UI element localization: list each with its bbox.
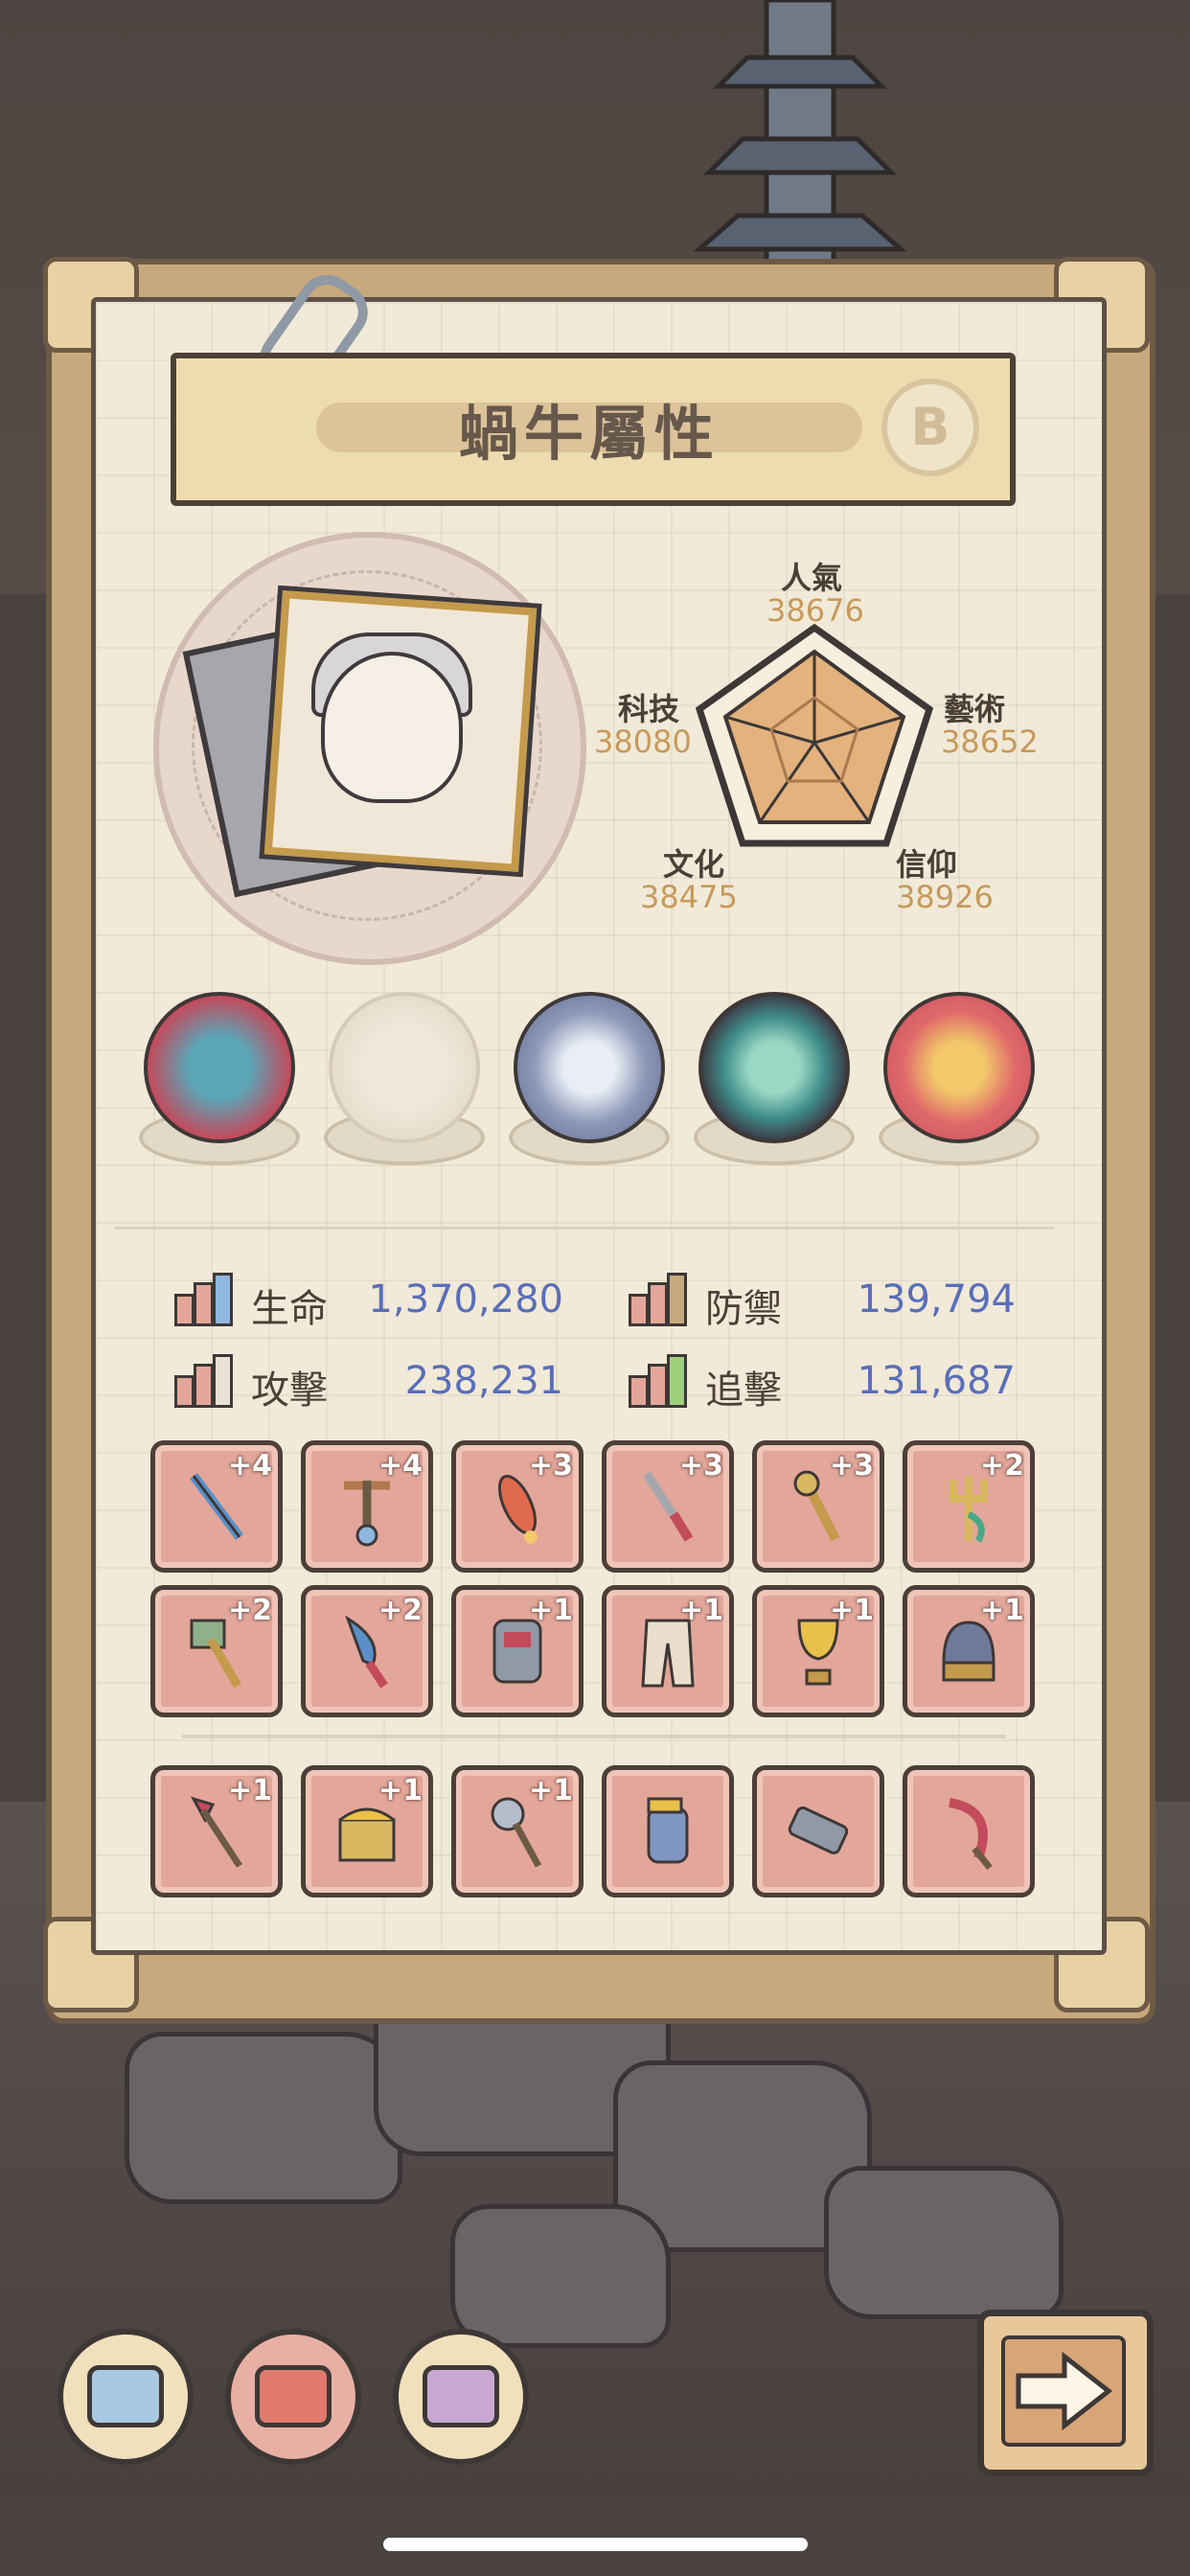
rock bbox=[824, 2166, 1064, 2319]
stat-label-defense: 防禦 bbox=[705, 1287, 782, 1331]
radar-value-tech: 38080 bbox=[594, 724, 692, 760]
equipment-slot-sword[interactable]: +4 bbox=[150, 1440, 283, 1573]
blue-chip-icon bbox=[87, 2365, 164, 2427]
rock bbox=[125, 2032, 402, 2204]
panel-title: 蝸牛屬性 bbox=[458, 399, 720, 469]
stat-value-pursuit: 131,687 bbox=[857, 1359, 1016, 1403]
hp-stat-icon bbox=[174, 1273, 234, 1326]
upgrade-level: +2 bbox=[227, 1594, 272, 1627]
equipment-slot-pants[interactable]: +1 bbox=[602, 1585, 734, 1717]
arrow-right-icon bbox=[1016, 2351, 1113, 2431]
equipment-slot-scythe[interactable] bbox=[903, 1765, 1035, 1898]
next-button[interactable] bbox=[977, 2310, 1154, 2476]
upgrade-level: +1 bbox=[378, 1774, 423, 1807]
rock bbox=[450, 2204, 671, 2348]
upgrade-level: +1 bbox=[678, 1594, 723, 1627]
attribute-radar-chart bbox=[695, 623, 934, 847]
upgrade-level: +4 bbox=[378, 1449, 423, 1483]
cannon-icon bbox=[788, 1806, 849, 1854]
stat-label-hp: 生命 bbox=[251, 1287, 328, 1331]
red-swirl-orb-icon[interactable] bbox=[883, 992, 1035, 1143]
attack-stat-icon bbox=[174, 1354, 234, 1408]
gauntlet-icon bbox=[647, 1797, 689, 1864]
equipment-slot-spear[interactable]: +1 bbox=[150, 1765, 283, 1898]
radar-value-culture: 38475 bbox=[640, 879, 738, 915]
radar-value-art: 38652 bbox=[941, 724, 1039, 760]
tab-button-blue[interactable] bbox=[57, 2329, 194, 2465]
equipment-slot-crossbow[interactable]: +4 bbox=[301, 1440, 433, 1573]
character-face-icon bbox=[321, 652, 463, 803]
upgrade-level: +1 bbox=[829, 1594, 874, 1627]
stat-value-hp: 1,370,280 bbox=[368, 1277, 563, 1322]
equipment-slot-cannon[interactable] bbox=[752, 1765, 884, 1898]
equipment-slot-trident[interactable]: +2 bbox=[903, 1440, 1035, 1573]
upgrade-level: +2 bbox=[979, 1449, 1024, 1483]
spiky-creature-orb-icon[interactable] bbox=[144, 992, 295, 1143]
grade-badge[interactable]: B bbox=[881, 379, 979, 476]
stat-label-pursuit: 追擊 bbox=[705, 1368, 782, 1413]
equipment-slot-staff[interactable]: +1 bbox=[451, 1765, 584, 1898]
equipment-slot-rocket[interactable]: +3 bbox=[451, 1440, 584, 1573]
pursuit-stat-icon bbox=[629, 1354, 688, 1408]
equipment-slot-trophy[interactable]: +1 bbox=[752, 1585, 884, 1717]
upgrade-level: +1 bbox=[528, 1594, 573, 1627]
radar-value-popularity: 38676 bbox=[767, 592, 864, 629]
equipment-slot-gauntlet[interactable] bbox=[602, 1765, 734, 1898]
upgrade-level: +3 bbox=[528, 1449, 573, 1483]
red-chip-icon bbox=[255, 2365, 332, 2427]
equipment-slot-dagger[interactable]: +3 bbox=[602, 1440, 734, 1573]
stat-value-attack: 238,231 bbox=[404, 1359, 563, 1403]
upgrade-level: +2 bbox=[378, 1594, 423, 1627]
upgrade-level: +3 bbox=[678, 1449, 723, 1483]
scythe-icon bbox=[948, 1798, 993, 1871]
swirl-orb-icon[interactable] bbox=[698, 992, 850, 1143]
next-panel bbox=[1001, 2335, 1126, 2447]
upgrade-level: +1 bbox=[227, 1774, 272, 1807]
purple-chip-icon bbox=[423, 2365, 499, 2427]
stat-value-defense: 139,794 bbox=[857, 1277, 1016, 1322]
equipment-slot-chest[interactable]: +1 bbox=[301, 1765, 433, 1898]
compass-orb-icon[interactable] bbox=[514, 992, 665, 1143]
home-indicator[interactable] bbox=[383, 2538, 808, 2551]
tab-button-red[interactable] bbox=[225, 2329, 361, 2465]
equipment-slot-hammer[interactable]: +2 bbox=[150, 1585, 283, 1717]
equipment-slot-mace[interactable]: +3 bbox=[752, 1440, 884, 1573]
upgrade-level: +3 bbox=[829, 1449, 874, 1483]
snail-shell-orb-icon[interactable] bbox=[329, 992, 480, 1143]
defense-stat-icon bbox=[629, 1273, 688, 1326]
upgrade-level: +1 bbox=[528, 1774, 573, 1807]
equipment-slot-helmet[interactable]: +1 bbox=[903, 1585, 1035, 1717]
divider bbox=[182, 1735, 1006, 1738]
equipment-slot-armor[interactable]: +1 bbox=[451, 1585, 584, 1717]
stat-label-attack: 攻擊 bbox=[251, 1368, 328, 1413]
pagoda-tower-icon bbox=[693, 0, 907, 278]
equipment-slot-knife[interactable]: +2 bbox=[301, 1585, 433, 1717]
tab-button-purple[interactable] bbox=[393, 2329, 529, 2465]
upgrade-level: +1 bbox=[979, 1594, 1024, 1627]
divider bbox=[115, 1227, 1054, 1230]
radar-value-faith: 38926 bbox=[896, 879, 994, 915]
upgrade-level: +4 bbox=[227, 1449, 272, 1483]
